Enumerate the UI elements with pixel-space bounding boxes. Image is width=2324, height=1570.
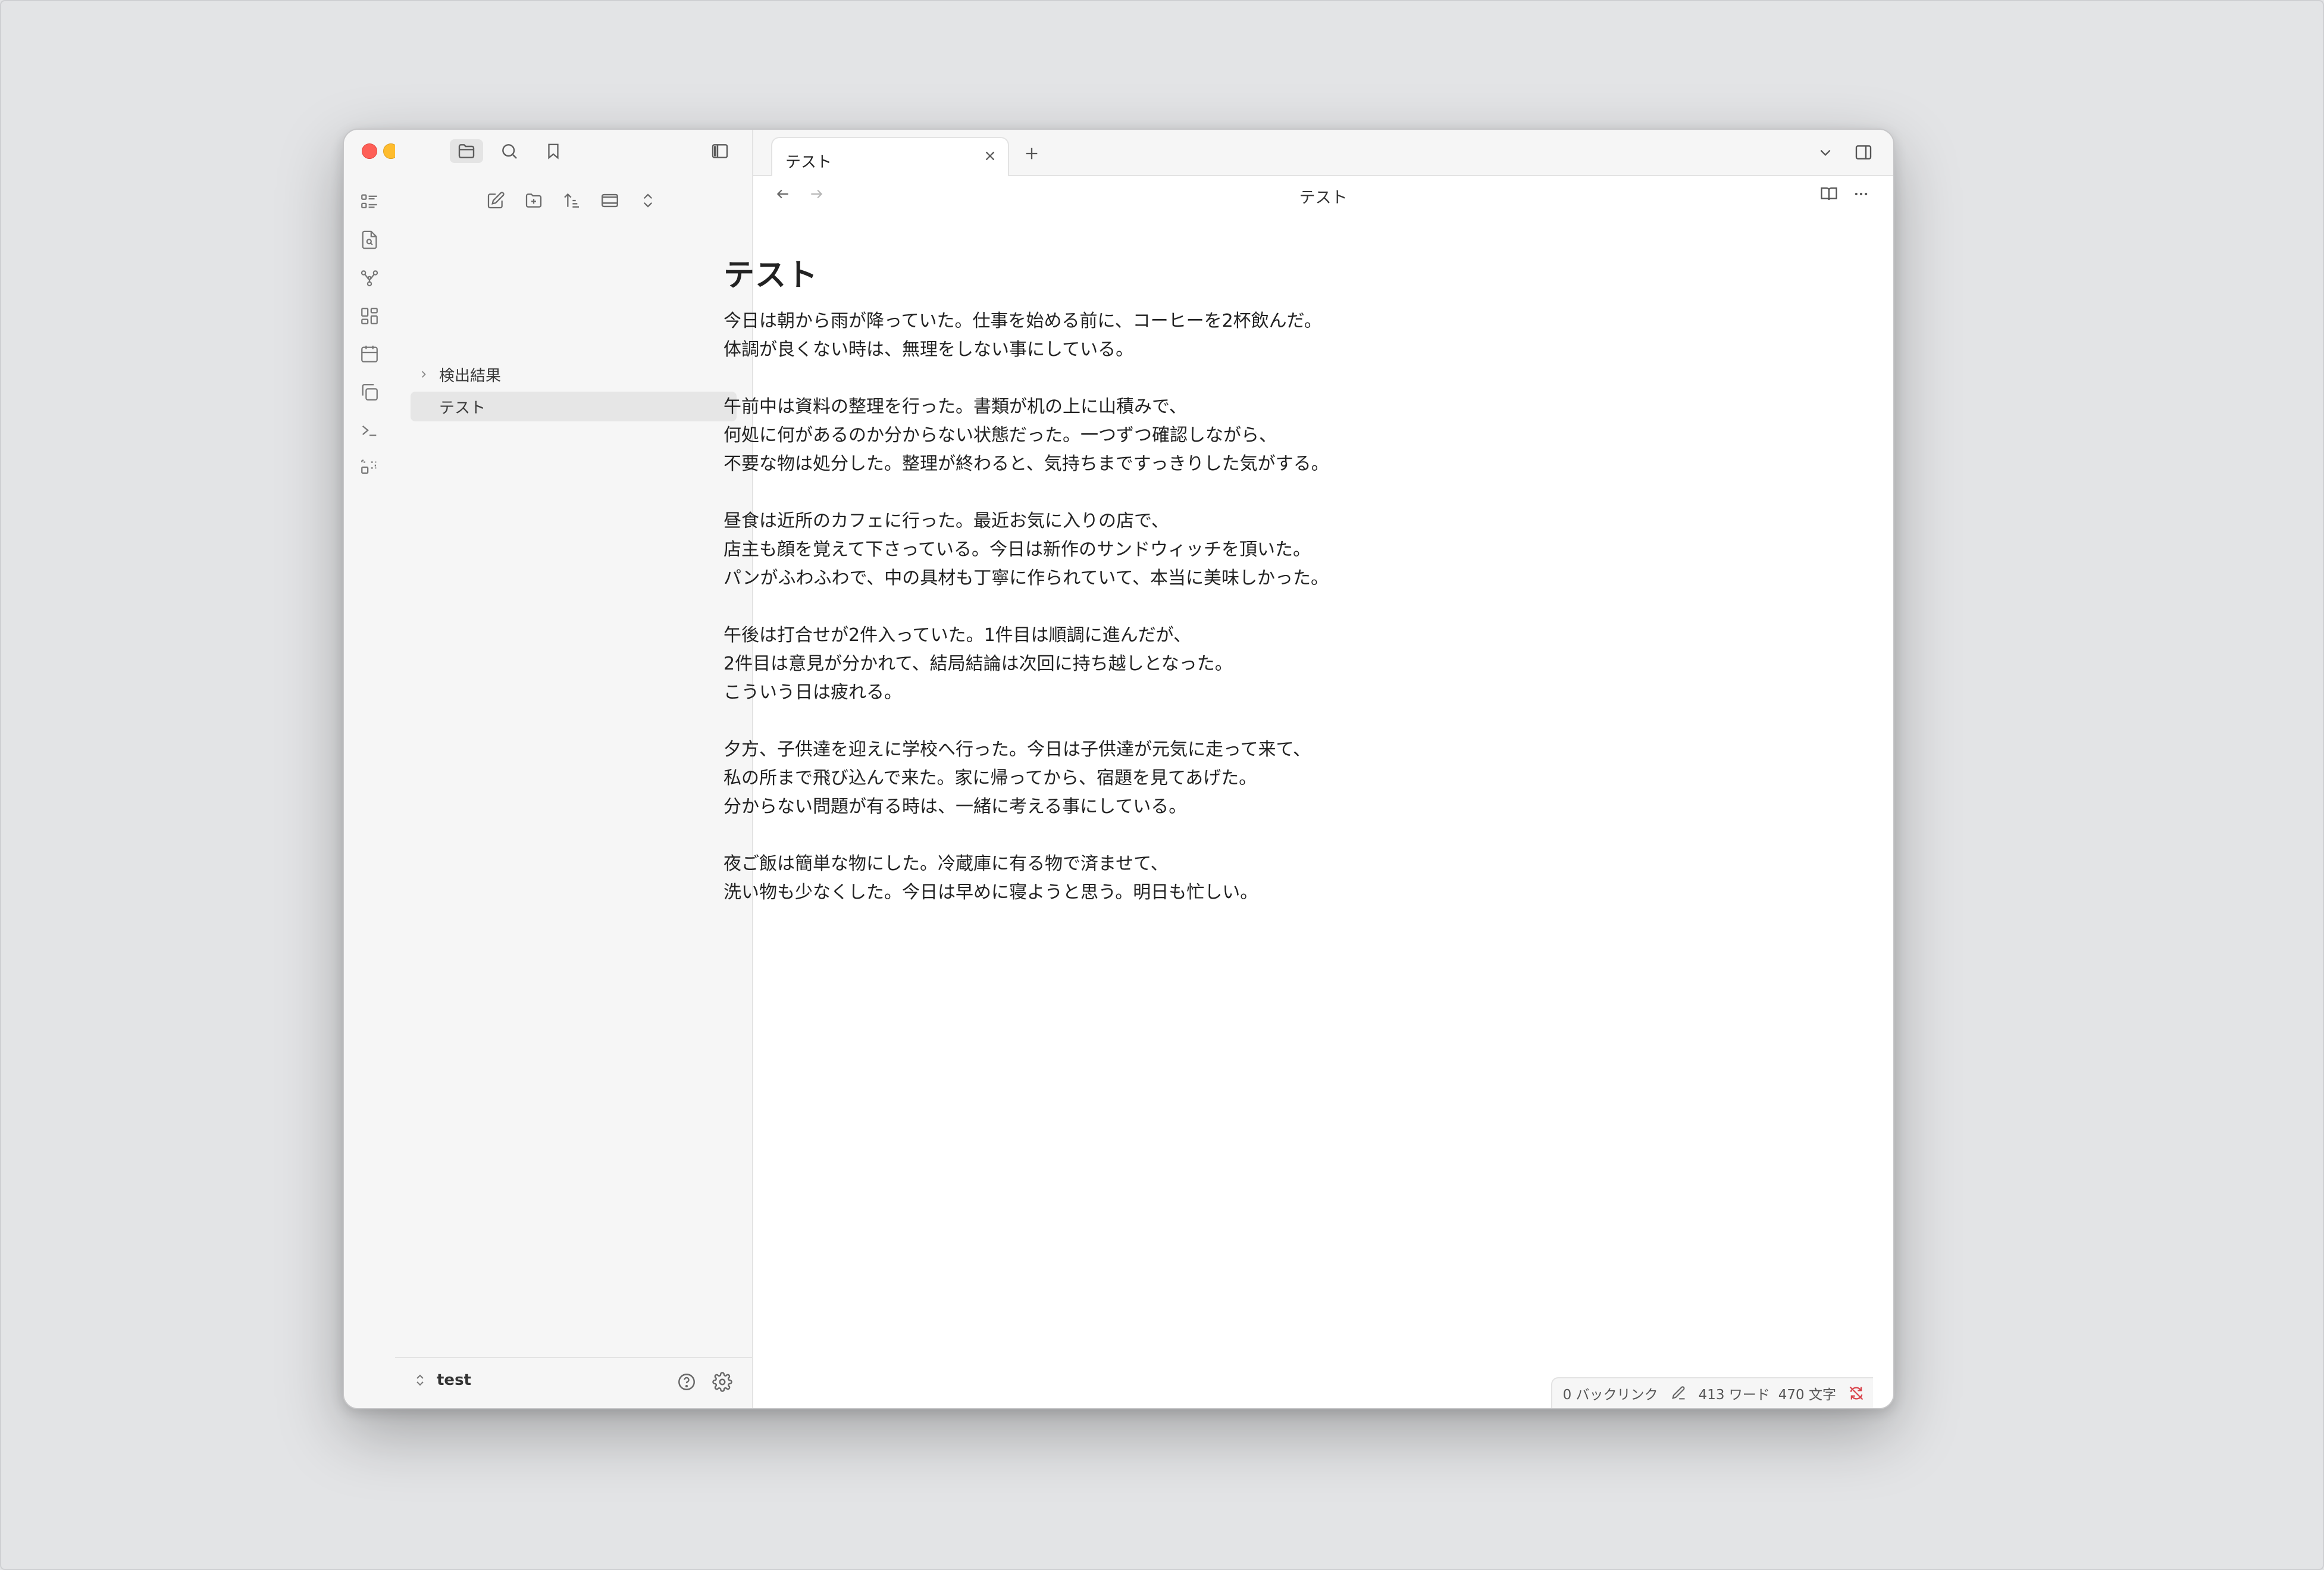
- paragraph: 夜ご飯は簡単な物にした。冷蔵庫に有る物で済ませて、 洗い物も少なくした。今日は早…: [723, 850, 1854, 907]
- help-circle-icon: [678, 1374, 695, 1390]
- app-window: 検出結果 テスト test テスト テスト テスト 今日は朝から雨が降っていた。…: [343, 129, 1894, 1409]
- layout-dashboard-icon: [361, 308, 378, 324]
- dashed-blocks-icon: [361, 459, 377, 474]
- sidebar-right-icon: [1855, 145, 1872, 159]
- tab-title: テスト: [785, 154, 832, 171]
- paragraph: 午後は打合せが2件入っていた。1件目は順調に進んだが、 2件目は意見が分かれて、…: [723, 621, 1854, 707]
- list-icon: [361, 194, 377, 209]
- search-tab-button[interactable]: [493, 139, 526, 163]
- tab-note[interactable]: テスト: [771, 137, 1009, 176]
- tree-folder-item[interactable]: 検出結果: [411, 359, 737, 389]
- text-line: 夜ご飯は簡単な物にした。冷蔵庫に有る物で済ませて、: [723, 853, 1169, 875]
- edit-mode-icon[interactable]: [1670, 1385, 1687, 1402]
- chevron-right-icon: [418, 368, 434, 380]
- new-folder-button[interactable]: [519, 186, 549, 215]
- text-line: 昼食は近所のカフェに行った。最近お気に入りの店で、: [723, 511, 1169, 532]
- vault-name: test: [437, 1371, 471, 1389]
- word-count: 413 ワード: [1698, 1387, 1770, 1403]
- text-line: 私の所まで飛び込んで来た。家に帰ってから、宿題を見てあげた。: [723, 768, 1257, 789]
- more-options-button[interactable]: [1849, 182, 1873, 206]
- auto-reveal-button[interactable]: [595, 186, 625, 215]
- editor-area: テスト テスト テスト 今日は朝から雨が降っていた。仕事を始める前に、コーヒーを…: [723, 130, 1893, 1408]
- ribbon-daily-note-button[interactable]: [356, 340, 383, 368]
- terminal-icon: [362, 426, 377, 436]
- ribbon-command-palette-button[interactable]: [356, 417, 383, 444]
- ribbon-plugin-button[interactable]: [356, 454, 383, 481]
- text-line: 体調が良くない時は、無理をしない事にしている。: [723, 339, 1134, 361]
- file-explorer-sidebar: 検出結果 テスト test: [395, 130, 753, 1408]
- text-line: 店主も顔を覚えて下さっている。今日は新作のサンドウィッチを頂いた。: [723, 539, 1311, 561]
- paragraph: 午前中は資料の整理を行った。書類が机の上に山積みで、 何処に何があるのか分からな…: [723, 393, 1854, 478]
- folder-plus-icon: [525, 193, 542, 208]
- search-icon: [502, 144, 517, 159]
- more-horizontal-icon: [1855, 192, 1868, 196]
- status-bar: 0 バックリンク 413 ワード 470 文字: [1551, 1377, 1873, 1408]
- plus-icon: [1026, 148, 1038, 159]
- new-note-button[interactable]: [481, 186, 510, 215]
- graph-icon: [361, 270, 378, 287]
- settings-button[interactable]: [710, 1370, 734, 1394]
- paragraph: 今日は朝から雨が降っていた。仕事を始める前に、コーヒーを2杯飲んだ。 体調が良く…: [723, 307, 1854, 364]
- edit-icon: [487, 192, 505, 209]
- view-header: テスト: [753, 176, 1893, 212]
- book-open-icon: [1821, 187, 1837, 201]
- close-icon: [985, 151, 995, 161]
- paragraph: 昼食は近所のカフェに行った。最近お気に入りの店で、 店主も顔を覚えて下さっている…: [723, 507, 1854, 593]
- panel-icon: [602, 193, 618, 208]
- chevrons-up-down-icon: [416, 1374, 424, 1386]
- tree-folder-label: 検出結果: [439, 367, 502, 385]
- note-heading: テスト: [723, 258, 819, 293]
- ribbon-outline-button[interactable]: [356, 188, 383, 215]
- text-line: パンがふわふわで、中の具材も丁寧に作られていて、本当に美味しかった。: [723, 568, 1329, 589]
- ribbon: [344, 130, 420, 1408]
- tree-file-label: テスト: [439, 399, 486, 417]
- tree-file-item[interactable]: テスト: [411, 392, 737, 421]
- tab-bar: テスト: [753, 130, 1893, 176]
- paragraph: 夕方、子供達を迎えに学校へ行った。今日は子供達が元気に走って来て、 私の所まで飛…: [723, 736, 1854, 821]
- new-tab-button[interactable]: [1019, 140, 1045, 167]
- ribbon-templates-button[interactable]: [356, 379, 383, 406]
- text-line: こういう日は疲れる。: [723, 682, 902, 703]
- tab-list-button[interactable]: [1814, 140, 1837, 164]
- sidebar-left-icon: [712, 144, 728, 158]
- expand-collapse-all-button[interactable]: [633, 186, 663, 215]
- text-line: 2件目は意見が分かれて、結局結論は次回に持ち越しとなった。: [723, 653, 1233, 675]
- text-line: 夕方、子供達を迎えに学校へ行った。今日は子供達が元気に走って来て、: [723, 739, 1311, 761]
- text-line: 何処に何があるのか分からない状態だった。一つずつ確認しながら、: [723, 425, 1277, 446]
- note-content[interactable]: テスト 今日は朝から雨が降っていた。仕事を始める前に、コーヒーを2杯飲んだ。 体…: [723, 257, 1854, 936]
- sync-off-icon[interactable]: [1848, 1385, 1865, 1402]
- vault-switcher-bar: test: [395, 1357, 752, 1408]
- ribbon-file-search-button[interactable]: [356, 226, 383, 254]
- help-button[interactable]: [675, 1370, 699, 1394]
- tab-close-button[interactable]: [979, 145, 1001, 167]
- collapse-sidebar-button[interactable]: [703, 139, 737, 163]
- vault-switcher[interactable]: test: [413, 1371, 471, 1389]
- reading-view-button[interactable]: [1817, 182, 1841, 206]
- backlinks-count[interactable]: 0 バックリンク: [1563, 1383, 1658, 1403]
- copy-icon: [362, 384, 378, 401]
- chevrons-up-down-icon: [643, 193, 653, 208]
- text-line: 今日は朝から雨が降っていた。仕事を始める前に、コーヒーを2杯飲んだ。: [723, 311, 1322, 332]
- text-line: 洗い物も少なくした。今日は早めに寝ようと思う。明日も忙しい。: [723, 882, 1258, 903]
- close-window-button[interactable]: [362, 143, 377, 159]
- folder-icon: [458, 144, 475, 158]
- sort-ascending-icon: [564, 193, 579, 208]
- char-count: 470 文字: [1778, 1387, 1836, 1403]
- calendar-icon: [361, 345, 378, 362]
- sort-button[interactable]: [557, 186, 587, 215]
- file-search-icon: [362, 230, 377, 249]
- text-line: 午後は打合せが2件入っていた。1件目は順調に進んだが、: [723, 625, 1192, 646]
- bookmark-icon: [548, 143, 559, 159]
- text-line: 午前中は資料の整理を行った。書類が机の上に山積みで、: [723, 396, 1187, 418]
- view-title: テスト: [1299, 189, 1348, 207]
- toggle-right-sidebar-button[interactable]: [1850, 139, 1877, 165]
- chevron-down-icon: [1820, 149, 1831, 157]
- text-line: 分からない問題が有る時は、一緒に考える事にしている。: [723, 796, 1187, 818]
- text-line: 不要な物は処分した。整理が終わると、気持ちまですっきりした気がする。: [723, 454, 1329, 475]
- bookmarks-tab-button[interactable]: [537, 139, 570, 163]
- ribbon-graph-button[interactable]: [356, 264, 383, 292]
- ribbon-canvas-button[interactable]: [356, 302, 383, 330]
- files-tab-button[interactable]: [450, 139, 483, 163]
- gear-icon: [712, 1372, 732, 1392]
